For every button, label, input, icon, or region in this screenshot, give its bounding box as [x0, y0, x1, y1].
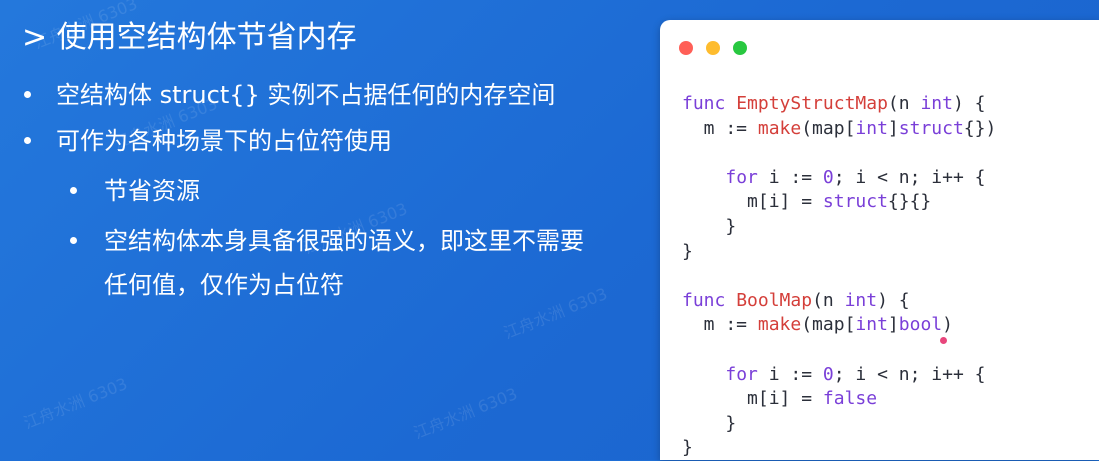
- watermark: 江舟水洲 6303: [21, 374, 130, 433]
- code-token: i :=: [757, 363, 823, 385]
- code-token: make: [757, 314, 802, 336]
- code-token: }: [682, 437, 693, 459]
- code-line: func EmptyStructMap(n int) {: [682, 92, 996, 117]
- code-token: ]: [887, 117, 899, 139]
- code-token: BoolMap: [736, 289, 813, 311]
- code-token: ; i < n; i++ {: [833, 166, 986, 188]
- code-token: ) {: [952, 93, 986, 114]
- code-token: int: [855, 314, 888, 336]
- code-line: }: [682, 240, 996, 265]
- pointer-cursor-dot: [940, 337, 947, 344]
- code-token: {}): [963, 117, 997, 139]
- code-token: 0: [822, 166, 834, 188]
- code-token: {}{}: [887, 191, 932, 213]
- sub-bullet-dot: [70, 237, 77, 244]
- code-token: struct: [898, 117, 964, 139]
- sub-bullet-item: 节省资源: [104, 177, 200, 205]
- code-token: for: [725, 363, 758, 385]
- minimize-window-icon[interactable]: [706, 41, 720, 55]
- code-token: m :=: [682, 314, 758, 336]
- maximize-window-icon[interactable]: [733, 41, 747, 55]
- code-line: }: [682, 412, 996, 437]
- code-token: i :=: [757, 166, 823, 188]
- code-block: func EmptyStructMap(n int) { m := make(m…: [682, 92, 996, 461]
- code-token: ): [942, 314, 953, 336]
- code-token: false: [822, 388, 878, 410]
- code-token: }: [682, 412, 737, 434]
- code-token: ; i < n; i++ {: [833, 363, 986, 385]
- code-line: for i := 0; i < n; i++ {: [682, 363, 996, 388]
- code-token: int: [855, 117, 888, 139]
- code-token: ]: [887, 314, 899, 336]
- code-token: 0: [822, 363, 834, 385]
- code-line: m := make(map[int]struct{}): [682, 117, 997, 142]
- sub-bullet-continuation: 任何值，仅作为占位符: [104, 271, 344, 299]
- bullet-item: 空结构体 struct{} 实例不占据任何的内存空间: [56, 81, 556, 109]
- code-token: for: [725, 166, 758, 188]
- bullet-dot: [24, 91, 31, 98]
- code-token: }: [682, 215, 737, 237]
- code-token: ) {: [877, 289, 910, 311]
- slide-background: 江舟水洲 6303 江舟水洲 6303 江舟水洲 6303 江舟水洲 6303 …: [0, 0, 1099, 460]
- watermark: 江舟水洲 6303: [411, 384, 520, 443]
- code-token: m :=: [682, 117, 758, 139]
- code-line: for i := 0; i < n; i++ {: [682, 166, 996, 191]
- code-token: func: [682, 93, 726, 114]
- bullet-item: 可作为各种场景下的占位符使用: [56, 127, 392, 155]
- bullet-dot: [24, 137, 31, 144]
- code-token: (n: [887, 93, 921, 114]
- code-token: m[i] =: [682, 388, 823, 410]
- code-line: m[i] = false: [682, 387, 996, 412]
- code-token: (map[: [801, 314, 856, 336]
- code-token: func: [682, 289, 726, 311]
- code-token: int: [844, 289, 878, 311]
- code-line: }: [682, 436, 996, 461]
- code-line: }: [682, 215, 996, 240]
- code-token: m[i] =: [682, 191, 823, 213]
- sub-bullet-dot: [70, 187, 77, 194]
- code-line: m := make(map[int]bool): [682, 313, 996, 338]
- sub-bullet-item: 空结构体本身具备很强的语义，即这里不需要: [104, 227, 584, 255]
- code-token: (map[: [801, 117, 856, 139]
- watermark: 江舟水洲 6303: [501, 284, 610, 343]
- code-token: EmptyStructMap: [736, 93, 888, 114]
- code-token: int: [920, 93, 953, 114]
- code-token: bool: [898, 314, 943, 336]
- code-token: (n: [812, 289, 845, 311]
- code-line: func BoolMap(n int) {: [682, 289, 996, 314]
- code-line: m[i] = struct{}{}: [682, 190, 996, 215]
- code-token: }: [682, 240, 693, 262]
- slide-title: > 使用空结构体节省内存: [22, 20, 357, 55]
- code-token: struct: [822, 191, 888, 213]
- close-window-icon[interactable]: [679, 41, 693, 55]
- code-window: func EmptyStructMap(n int) { m := make(m…: [660, 20, 1099, 460]
- code-token: make: [757, 117, 802, 139]
